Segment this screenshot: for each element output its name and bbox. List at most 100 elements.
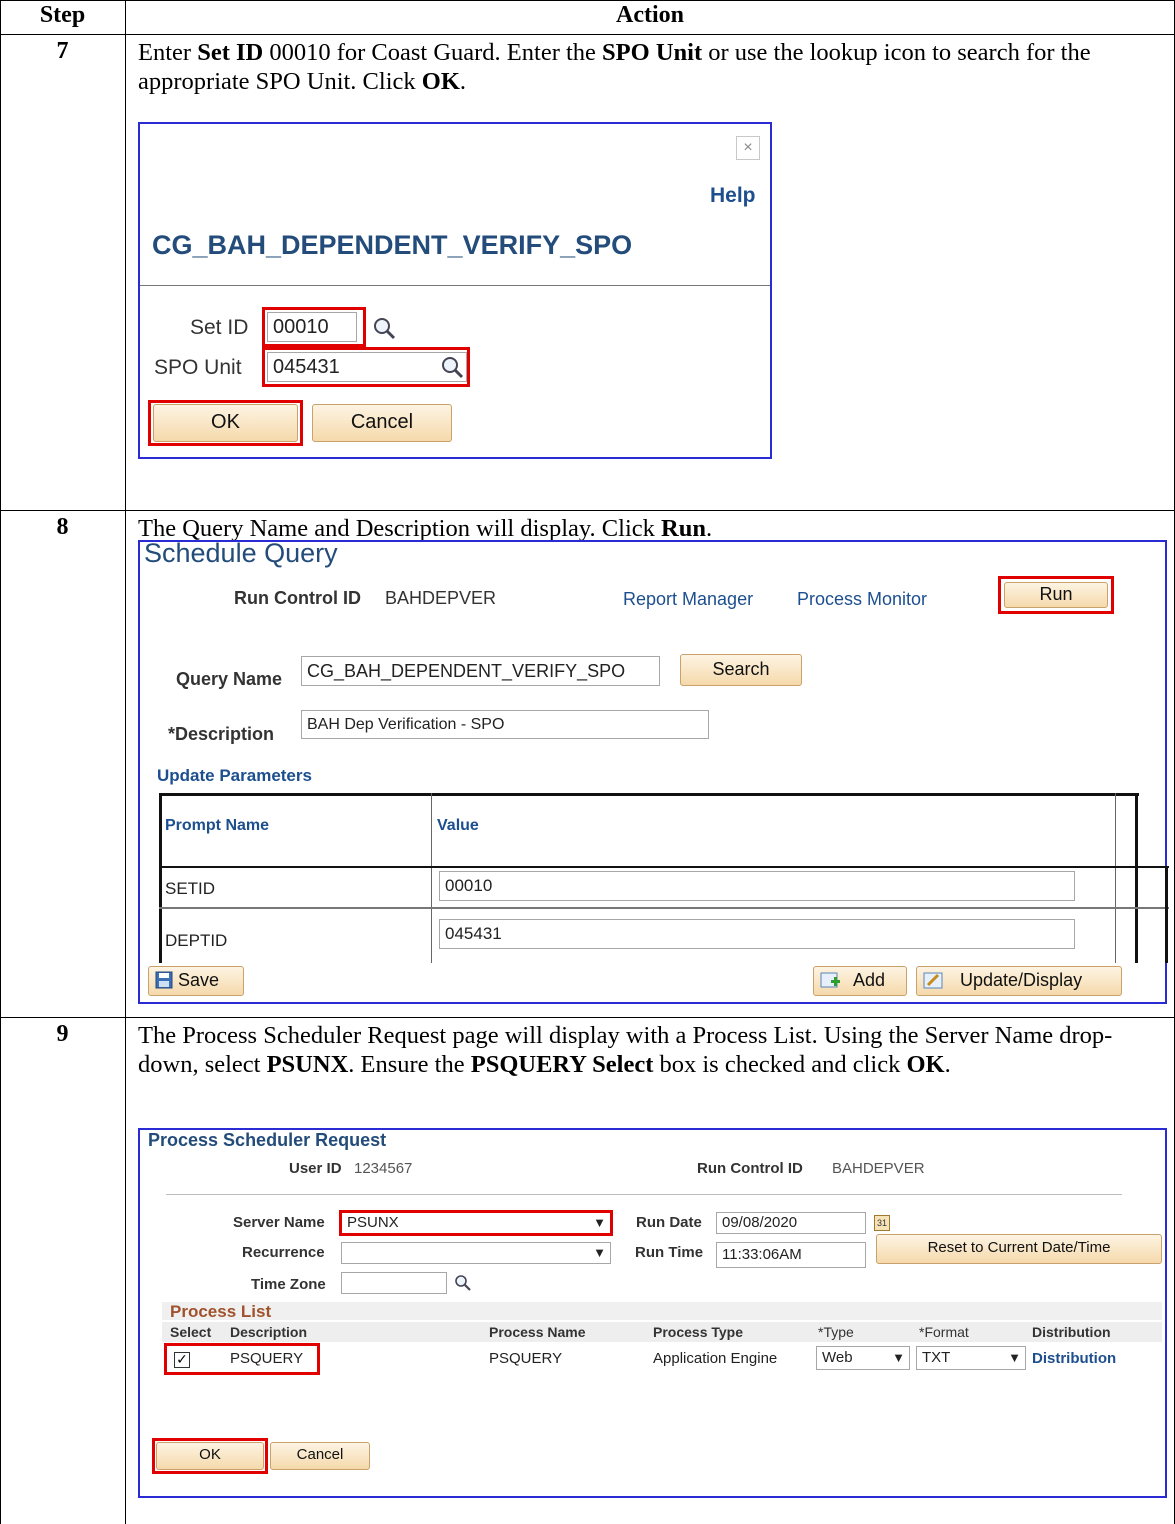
setid-label: Set ID	[190, 316, 249, 339]
run-time-label: Run Time	[635, 1244, 704, 1261]
run-highlight	[998, 576, 1114, 614]
step-number-9: 9	[56, 1021, 69, 1047]
close-icon[interactable]: ×	[736, 136, 760, 160]
chevron-down-icon: ▼	[593, 1245, 606, 1260]
col-process-type: Process Type	[653, 1324, 744, 1340]
col-process-name: Process Name	[489, 1324, 586, 1340]
header-step: Step	[39, 2, 86, 28]
query-name-label: Query Name	[176, 669, 283, 689]
col-distribution: Distribution	[1032, 1324, 1111, 1340]
param-prompt-setid: SETID	[165, 879, 216, 898]
setid-lookup-icon[interactable]	[372, 316, 396, 340]
header-divider	[166, 1194, 1122, 1195]
update-display-button[interactable]: Update/Display	[916, 966, 1122, 996]
spo-unit-highlight	[262, 347, 470, 387]
grid-top-border	[159, 793, 1139, 796]
description-input[interactable]: BAH Dep Verification - SPO	[301, 710, 709, 739]
save-button[interactable]: Save	[148, 966, 244, 996]
col-select: Select	[170, 1324, 212, 1340]
add-button[interactable]: Add	[813, 966, 907, 996]
grid-row-divider	[159, 907, 1169, 909]
col-description: Description	[230, 1324, 308, 1340]
ok-highlight	[148, 400, 303, 446]
grid-outer-right	[1165, 866, 1168, 963]
grid-scroll-divider	[1115, 793, 1116, 963]
add-label: Add	[853, 970, 886, 990]
time-zone-lookup-icon[interactable]	[454, 1274, 472, 1292]
user-id-value: 1234567	[354, 1160, 413, 1177]
run-control-label: Run Control ID	[234, 588, 361, 608]
update-parameters-link[interactable]: Update Parameters	[157, 766, 312, 786]
recurrence-select[interactable]: ▼	[341, 1242, 611, 1264]
col-type: *Type	[818, 1324, 854, 1340]
row-process-type: Application Engine	[653, 1350, 778, 1367]
reset-date-time-button[interactable]: Reset to Current Date/Time	[876, 1234, 1162, 1264]
cancel-button[interactable]: Cancel	[312, 404, 452, 442]
grid-right-border	[1135, 793, 1138, 963]
row-divider-7-8	[0, 510, 1175, 511]
add-icon	[820, 972, 840, 988]
col-value: Value	[437, 817, 479, 834]
table-top-border	[0, 0, 1175, 1]
scheduler-cancel-button[interactable]: Cancel	[270, 1442, 370, 1470]
param-value-deptid[interactable]: 045431	[439, 919, 1075, 949]
scheduler-ok-highlight	[152, 1438, 268, 1474]
time-zone-input[interactable]	[341, 1272, 447, 1294]
search-button[interactable]: Search	[680, 654, 802, 686]
setid-highlight	[262, 307, 366, 347]
pencil-icon	[923, 972, 943, 989]
step-7-instructions: Enter Set ID 00010 for Coast Guard. Ente…	[138, 39, 1091, 95]
report-manager-link[interactable]: Report Manager	[623, 589, 753, 610]
type-value: Web	[822, 1349, 853, 1366]
process-list-header-bar	[162, 1302, 1162, 1320]
help-link[interactable]: Help	[710, 184, 756, 208]
scheduler-title: Process Scheduler Request	[148, 1130, 387, 1150]
step-9-instructions: The Process Scheduler Request page will …	[138, 1022, 1113, 1078]
time-zone-label: Time Zone	[251, 1276, 326, 1293]
update-display-label: Update/Display	[960, 970, 1083, 990]
step-number-7: 7	[56, 38, 69, 64]
save-icon	[155, 971, 173, 989]
run-date-label: Run Date	[636, 1214, 702, 1231]
lookup-dialog: × Help CG_BAH_DEPENDENT_VERIFY_SPO Set I…	[138, 122, 772, 459]
schedule-query-panel: Schedule Query Run Control ID BAHDEPVER …	[138, 538, 1170, 1004]
grid-header-divider	[159, 866, 1169, 868]
server-name-label: Server Name	[233, 1214, 325, 1231]
server-name-highlight	[339, 1210, 613, 1236]
run-time-input[interactable]: 11:33:06AM	[716, 1242, 866, 1268]
format-select[interactable]: TXT ▼	[916, 1346, 1026, 1370]
dialog-divider	[140, 285, 770, 286]
psquery-highlight	[164, 1343, 320, 1375]
recurrence-label: Recurrence	[242, 1244, 325, 1261]
run-control-value: BAHDEPVER	[385, 588, 497, 608]
row-process-name: PSQUERY	[489, 1350, 563, 1367]
run-control-id-value: BAHDEPVER	[832, 1160, 925, 1177]
description-label: *Description	[168, 724, 275, 744]
run-control-id-label: Run Control ID	[697, 1160, 803, 1177]
col-format: *Format	[919, 1324, 969, 1340]
table-left-border	[0, 0, 1, 1524]
type-select[interactable]: Web ▼	[816, 1346, 910, 1370]
save-label: Save	[178, 970, 220, 990]
run-date-input[interactable]: 09/08/2020	[716, 1212, 866, 1234]
grid-col-divider	[431, 793, 432, 963]
chevron-down-icon: ▼	[892, 1350, 905, 1365]
dialog-title: CG_BAH_DEPENDENT_VERIFY_SPO	[152, 230, 633, 260]
row-divider-8-9	[0, 1017, 1175, 1018]
query-name-input[interactable]: CG_BAH_DEPENDENT_VERIFY_SPO	[301, 656, 660, 686]
calendar-icon[interactable]: 31	[874, 1215, 890, 1231]
param-prompt-deptid: DEPTID	[165, 931, 228, 950]
col-prompt-name: Prompt Name	[165, 817, 270, 834]
grid-left-border	[159, 793, 162, 963]
header-action: Action	[616, 2, 684, 28]
chevron-down-icon: ▼	[1008, 1350, 1021, 1365]
process-scheduler-panel: Process Scheduler Request User ID 123456…	[138, 1128, 1167, 1498]
process-monitor-link[interactable]: Process Monitor	[797, 589, 927, 610]
spo-unit-label: SPO Unit	[154, 356, 242, 379]
distribution-link[interactable]: Distribution	[1032, 1350, 1116, 1367]
param-value-setid[interactable]: 00010	[439, 871, 1075, 901]
step-number-8: 8	[56, 514, 69, 540]
format-value: TXT	[922, 1349, 951, 1366]
user-id-label: User ID	[289, 1160, 342, 1177]
parameters-grid: Prompt Name Value SETID 00010 DEPTID 045…	[159, 793, 1170, 963]
